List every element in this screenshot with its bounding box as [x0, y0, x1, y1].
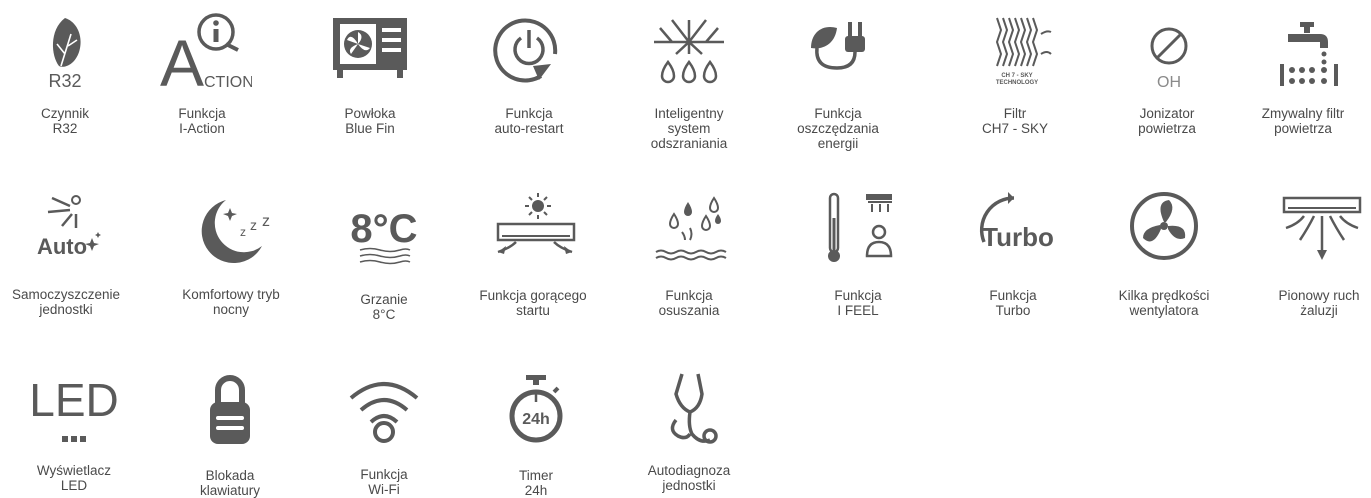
feature-label: Funkcja oszczędzania energii: [797, 106, 879, 151]
stethoscope-icon: [670, 373, 718, 444]
feature-blue-fin: Powłoka Blue Fin: [300, 10, 440, 136]
feature-label: Autodiagnoza jednostki: [647, 463, 731, 493]
feature-auto-restart: Funkcja auto-restart: [459, 10, 599, 136]
svg-text:CTION: CTION: [204, 74, 252, 90]
feature-label: Timer 24h: [519, 468, 553, 498]
defrost-icon: [654, 19, 724, 84]
feature-heat-8c: 8°C Grzanie 8°C: [314, 192, 454, 322]
svg-text:TECHNOLOGY: TECHNOLOGY: [996, 80, 1038, 86]
wifi-icon: [349, 382, 419, 443]
feature-label: Pionowy ruch żaluzji: [1278, 288, 1360, 318]
feature-ionizer: OH Jonizator powietrza: [1097, 10, 1237, 136]
feature-filter-ch7-sky: CH 7 - SKY TECHNOLOGY Filtr CH7 - SKY: [945, 10, 1085, 136]
feature-label: Funkcja Wi-Fi: [360, 467, 408, 497]
svg-text:z: z: [240, 225, 246, 239]
svg-text:CH 7 - SKY: CH 7 - SKY: [1001, 73, 1032, 79]
moon-icon: z z z: [201, 200, 270, 264]
leaf-plug-icon: [811, 22, 865, 70]
feature-label: Inteligentny system odszraniania: [650, 106, 728, 151]
feature-self-cleaning: Auto Samoczyszczenie jednostki: [0, 188, 136, 317]
feature-defrost: Inteligentny system odszraniania: [619, 10, 759, 151]
heat-8c-icon: 8°C: [350, 207, 418, 265]
svg-text:R32: R32: [48, 71, 81, 90]
feature-fan-speeds: Kilka prędkości wentylatora: [1094, 188, 1234, 318]
feature-label: Grzanie 8°C: [360, 292, 408, 322]
svg-text:A: A: [160, 26, 204, 90]
svg-text:OH: OH: [1157, 74, 1181, 90]
feature-label: Funkcja Turbo: [989, 288, 1037, 318]
feature-hot-start: Funkcja gorącego startu: [463, 188, 603, 318]
feature-i-feel: Funkcja I FEEL: [788, 188, 928, 318]
feature-dehumidify: Funkcja osuszania: [619, 188, 759, 318]
feature-led-display: LED Wyświetlacz LED: [4, 370, 144, 493]
feature-refrigerant-r32: R32 Czynnik R32: [0, 10, 135, 136]
svg-text:Auto: Auto: [37, 234, 87, 259]
feature-label: Samoczyszczenie jednostki: [11, 287, 121, 317]
i-action-icon: A CTION: [160, 13, 252, 90]
power-restart-icon: [493, 18, 558, 83]
svg-text:Turbo: Turbo: [982, 222, 1054, 252]
feature-night-mode: z z z Komfortowy tryb nocny: [161, 188, 301, 317]
feature-timer-24h: 24h Timer 24h: [466, 370, 606, 498]
leaf-icon: R32: [48, 18, 82, 90]
svg-text:z: z: [262, 213, 270, 230]
ionizer-icon: OH: [1150, 27, 1188, 90]
feature-label: Powłoka Blue Fin: [344, 106, 396, 136]
feature-label: Filtr CH7 - SKY: [981, 106, 1049, 136]
hot-start-icon: [496, 193, 576, 254]
feature-label: Funkcja osuszania: [658, 288, 720, 318]
feature-washable-filter: Zmywalny filtr powietrza: [1233, 10, 1371, 136]
vertical-swing-icon: [1282, 196, 1362, 260]
svg-text:z: z: [250, 217, 257, 233]
dehumidify-icon: [655, 196, 727, 261]
led-icon: LED: [29, 374, 119, 442]
fan-icon: [1130, 192, 1198, 260]
feature-self-diagnosis: Autodiagnoza jednostki: [619, 370, 759, 493]
washable-filter-icon: [1280, 22, 1338, 86]
svg-text:24h: 24h: [522, 411, 550, 428]
outdoor-unit-icon: [333, 18, 407, 78]
feature-label: Czynnik R32: [40, 106, 89, 136]
svg-text:8°C: 8°C: [350, 207, 417, 251]
feature-label: Kilka prędkości wentylatora: [1118, 288, 1210, 318]
feature-label: Komfortowy tryb nocny: [182, 287, 280, 317]
feature-label: Jonizator powietrza: [1138, 106, 1196, 136]
feature-wifi: Funkcja Wi-Fi: [314, 370, 454, 497]
feature-energy-saving: Funkcja oszczędzania energii: [768, 10, 908, 151]
feature-label: Funkcja gorącego startu: [479, 288, 587, 318]
feature-turbo: Turbo Funkcja Turbo: [943, 188, 1083, 318]
auto-clean-icon: Auto: [37, 195, 101, 259]
feature-label: Blokada klawiatury: [199, 468, 261, 498]
feature-label: Funkcja I FEEL: [834, 288, 882, 318]
filter-icon: CH 7 - SKY TECHNOLOGY: [996, 17, 1052, 86]
feature-key-lock: Blokada klawiatury: [160, 370, 300, 498]
feature-label: Zmywalny filtr powietrza: [1261, 106, 1345, 136]
i-feel-icon: [828, 192, 893, 262]
feature-label: Funkcja auto-restart: [494, 106, 564, 136]
padlock-icon: [210, 375, 250, 444]
feature-label: Wyświetlacz LED: [36, 463, 112, 493]
svg-text:LED: LED: [29, 374, 118, 426]
timer-icon: 24h: [509, 375, 563, 443]
turbo-icon: Turbo: [979, 192, 1054, 252]
feature-i-action: A CTION Funkcja I-Action: [132, 10, 272, 136]
feature-label: Funkcja I-Action: [178, 106, 226, 136]
feature-vertical-swing: Pionowy ruch żaluzji: [1249, 188, 1371, 318]
